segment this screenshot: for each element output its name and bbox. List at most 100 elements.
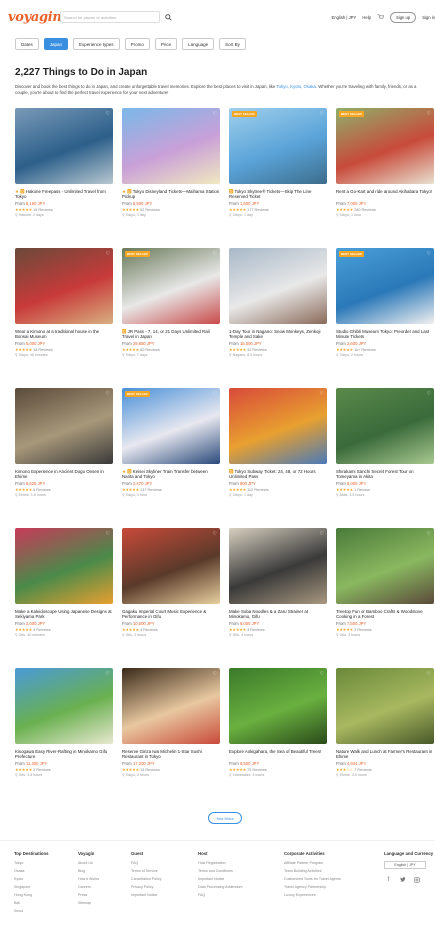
footer-link[interactable]: About Us bbox=[78, 861, 99, 865]
twitter-icon[interactable] bbox=[398, 875, 407, 884]
activity-title[interactable]: 🅾 JR Pass - 7, 14, or 21 Days Unlimited … bbox=[122, 329, 220, 340]
activity-title[interactable]: Nature Walk and Lunch at Farmer's Restau… bbox=[336, 749, 434, 760]
activity-image[interactable]: ♡ bbox=[336, 388, 434, 464]
filter-dates[interactable]: Dates bbox=[15, 38, 39, 50]
heart-icon[interactable]: ♡ bbox=[427, 111, 431, 117]
footer-link[interactable]: Kyoto bbox=[14, 877, 49, 881]
footer-link[interactable]: How it Works bbox=[78, 877, 99, 881]
activity-title[interactable]: ★ 🅾 Keisei Skyliner Train Transfer betwe… bbox=[122, 469, 220, 480]
activity-title[interactable]: Rent a Go-Kart and ride around Akihabara… bbox=[336, 189, 434, 200]
footer-link[interactable]: Host Registration bbox=[198, 861, 243, 865]
activity-title[interactable]: 🅾 Tokyo Subway Ticket: 24, 48, or 72 Hou… bbox=[229, 469, 327, 480]
heart-icon[interactable]: ♡ bbox=[213, 251, 217, 257]
activity-card[interactable]: ♡ Wear a Kimono at a traditional house in… bbox=[15, 248, 113, 357]
footer-link[interactable]: Osaka bbox=[14, 869, 49, 873]
activity-title[interactable]: Wear a Kimono at a traditional house in … bbox=[15, 329, 113, 340]
activity-image[interactable]: ♡ bbox=[15, 248, 113, 324]
heart-icon[interactable]: ♡ bbox=[213, 391, 217, 397]
activity-title[interactable]: Studio Ghibli Museum Tokyo: Preorder and… bbox=[336, 329, 434, 340]
activity-title[interactable]: Explore Aokigahara, the Sea of Beautiful… bbox=[229, 749, 327, 760]
footer-link[interactable]: FAQ bbox=[198, 893, 243, 897]
activity-title[interactable]: Kimono Experience in Ancient Dogo Onsen … bbox=[15, 469, 113, 480]
activity-title[interactable]: ★ 🅾 Hakone Freepass - Unlimited Travel f… bbox=[15, 189, 113, 200]
voyagin-logo[interactable]: voyagin bbox=[8, 10, 62, 25]
activity-card[interactable]: ♡ Kisogawa Easy River-Rafting in Minokamo… bbox=[15, 668, 113, 777]
activity-card[interactable]: ♡ Treetop Fun or Bamboo Crafts & Woodstov… bbox=[336, 528, 434, 637]
footer-link[interactable]: Travel Agency Partnership bbox=[284, 885, 341, 889]
heart-icon[interactable]: ♡ bbox=[427, 251, 431, 257]
search-icon[interactable] bbox=[162, 11, 174, 23]
activity-title[interactable]: Kisogawa Easy River-Rafting in Minokamo … bbox=[15, 749, 113, 760]
activity-card[interactable]: BEST SELLER ♡ 🅾 Tokyo Skytree® Tickets—Ski… bbox=[229, 108, 327, 217]
heart-icon[interactable]: ♡ bbox=[320, 671, 324, 677]
activity-card[interactable]: ♡ Gagaku Imperial Court Music Experience … bbox=[122, 528, 220, 637]
footer-link[interactable]: Terms and Conditions bbox=[198, 869, 243, 873]
activity-title[interactable]: Gagaku Imperial Court Music Experience &… bbox=[122, 609, 220, 620]
activity-image[interactable]: ♡ bbox=[229, 668, 327, 744]
footer-link[interactable]: Seoul bbox=[14, 909, 49, 913]
heart-icon[interactable]: ♡ bbox=[106, 671, 110, 677]
activity-image[interactable]: ♡ bbox=[122, 108, 220, 184]
activity-image[interactable]: BEST SELLER ♡ bbox=[336, 108, 434, 184]
intro-destination-links[interactable]: Tokyo, Kyoto, Osaka bbox=[276, 84, 315, 89]
heart-icon[interactable]: ♡ bbox=[106, 531, 110, 537]
heart-icon[interactable]: ♡ bbox=[213, 111, 217, 117]
facebook-icon[interactable]: f bbox=[384, 875, 393, 884]
help-link[interactable]: Help bbox=[362, 15, 371, 20]
footer-link[interactable]: Terms of Service bbox=[131, 869, 161, 873]
activity-card[interactable]: ♡ Explore Aokigahara, the Sea of Beautifu… bbox=[229, 668, 327, 777]
activity-card[interactable]: BEST SELLER ♡ 🅾 JR Pass - 7, 14, or 21 Day… bbox=[122, 248, 220, 357]
activity-card[interactable]: BEST SELLER ♡ ★ 🅾 Keisei Skyliner Train Tr… bbox=[122, 388, 220, 497]
heart-icon[interactable]: ♡ bbox=[106, 251, 110, 257]
activity-card[interactable]: ♡ Nature Walk and Lunch at Farmer's Resta… bbox=[336, 668, 434, 777]
footer-link[interactable]: FAQ bbox=[131, 861, 161, 865]
footer-link[interactable]: Careers bbox=[78, 885, 99, 889]
footer-link[interactable]: Press bbox=[78, 893, 99, 897]
activity-card[interactable]: BEST SELLER ♡ Studio Ghibli Museum Tokyo: … bbox=[336, 248, 434, 357]
activity-image[interactable]: BEST SELLER ♡ bbox=[122, 248, 220, 324]
instagram-icon[interactable] bbox=[412, 875, 421, 884]
heart-icon[interactable]: ♡ bbox=[106, 111, 110, 117]
filter-location[interactable]: Japan bbox=[43, 38, 69, 50]
footer-language-select[interactable]: English | JPY bbox=[384, 861, 426, 869]
activity-image[interactable]: ♡ bbox=[122, 528, 220, 604]
activity-card[interactable]: BEST SELLER ♡ Rent a Go-Kart and ride arou… bbox=[336, 108, 434, 217]
activity-image[interactable]: BEST SELLER ♡ bbox=[122, 388, 220, 464]
heart-icon[interactable]: ♡ bbox=[106, 391, 110, 397]
activity-image[interactable]: ♡ bbox=[229, 248, 327, 324]
activity-title[interactable]: 🅾 Tokyo Skytree® Tickets—Skip The Line R… bbox=[229, 189, 327, 200]
footer-link[interactable]: Customized Tours for Travel Agents bbox=[284, 877, 341, 881]
activity-image[interactable]: BEST SELLER ♡ bbox=[229, 108, 327, 184]
signin-link[interactable]: Sign in bbox=[422, 15, 435, 20]
activity-image[interactable]: ♡ bbox=[15, 528, 113, 604]
heart-icon[interactable]: ♡ bbox=[213, 671, 217, 677]
footer-link[interactable]: Data Processing Addendum bbox=[198, 885, 243, 889]
footer-link[interactable]: Cancellation Policy bbox=[131, 877, 161, 881]
filter-language[interactable]: Language bbox=[182, 38, 215, 50]
cart-icon[interactable] bbox=[377, 14, 385, 21]
footer-link[interactable]: Team Building Activities bbox=[284, 869, 341, 873]
activity-image[interactable]: ♡ bbox=[15, 108, 113, 184]
heart-icon[interactable]: ♡ bbox=[320, 251, 324, 257]
footer-link[interactable]: Singapore bbox=[14, 885, 49, 889]
heart-icon[interactable]: ♡ bbox=[427, 531, 431, 537]
activity-card[interactable]: ♡ Shirakami Sanchi Secret Forest Tour on … bbox=[336, 388, 434, 497]
heart-icon[interactable]: ♡ bbox=[320, 111, 324, 117]
filter-price[interactable]: Price bbox=[154, 38, 178, 50]
filter-experience-types[interactable]: Experience types bbox=[73, 38, 120, 50]
activity-card[interactable]: ♡ 🅾 Tokyo Subway Ticket: 24, 48, or 72 Ho… bbox=[229, 388, 327, 497]
activity-card[interactable]: ♡ Kimono Experience in Ancient Dogo Onsen… bbox=[15, 388, 113, 497]
footer-link[interactable]: Affiliate Partner Program bbox=[284, 861, 341, 865]
see-more-button[interactable]: See More bbox=[208, 812, 242, 824]
activity-card[interactable]: ♡ ★ 🅾 Tokyo Disneyland Tickets—Maihama St… bbox=[122, 108, 220, 217]
activity-image[interactable]: ♡ bbox=[15, 388, 113, 464]
footer-link[interactable]: Blog bbox=[78, 869, 99, 873]
activity-image[interactable]: ♡ bbox=[229, 388, 327, 464]
activity-image[interactable]: BEST SELLER ♡ bbox=[336, 248, 434, 324]
footer-link[interactable]: Luxury Experiences bbox=[284, 893, 341, 897]
search-input[interactable]: Search for places or activities bbox=[60, 11, 160, 23]
activity-title[interactable]: Treetop Fun or Bamboo Crafts & Woodstove… bbox=[336, 609, 434, 620]
activity-image[interactable]: ♡ bbox=[122, 668, 220, 744]
filter-sort-by[interactable]: Sort By bbox=[219, 38, 246, 50]
activity-image[interactable]: ♡ bbox=[15, 668, 113, 744]
